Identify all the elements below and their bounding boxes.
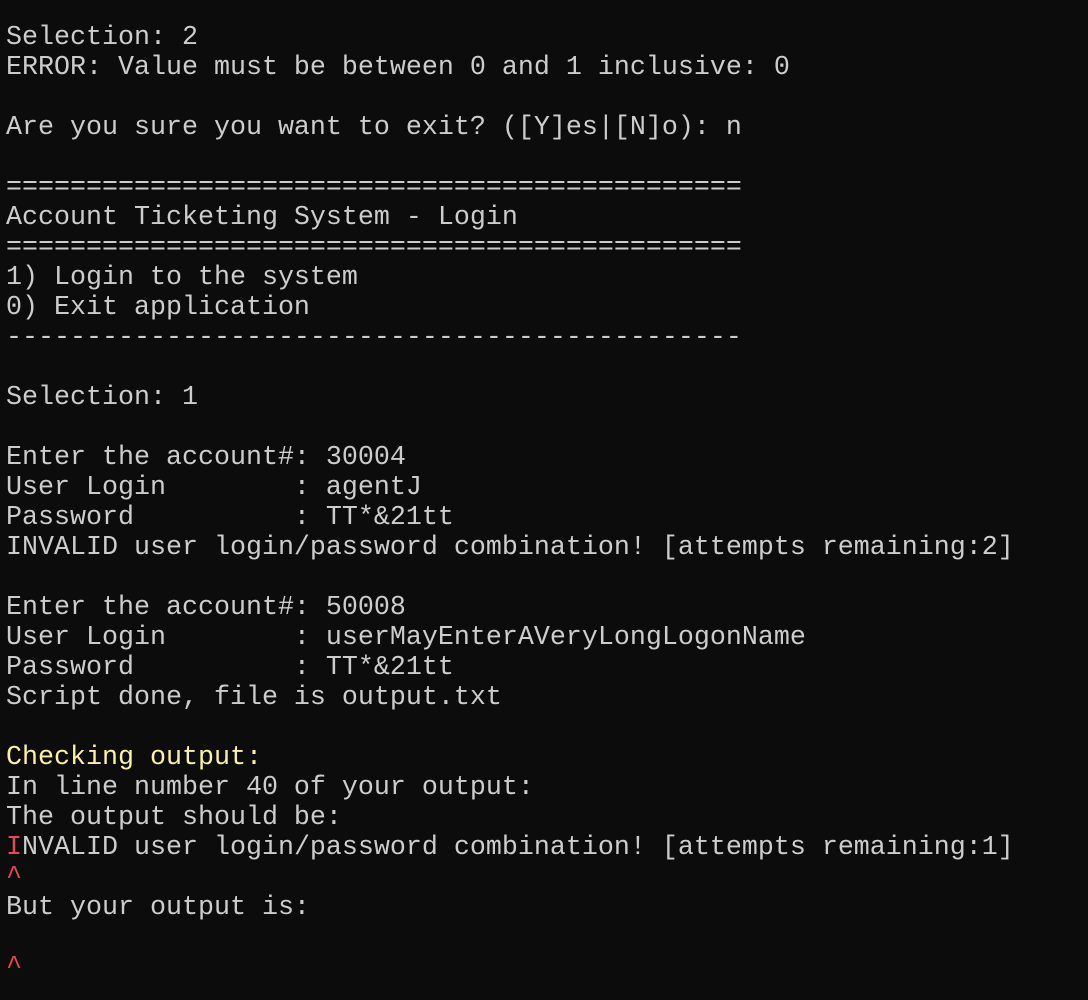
- menu-separator-bottom: ----------------------------------------…: [6, 323, 742, 353]
- mismatch-caret: ^: [6, 863, 22, 893]
- selection-line: Selection: 1: [6, 383, 198, 413]
- script-done-message: Script done, file is output.txt: [6, 683, 502, 713]
- expected-output-rest: NVALID user login/password combination! …: [22, 833, 1014, 863]
- password-prompt: Password : TT*&21tt: [6, 653, 454, 683]
- expected-label: The output should be:: [6, 803, 342, 833]
- checker-heading: Checking output:: [6, 743, 262, 773]
- menu-item-login: 1) Login to the system: [6, 263, 358, 293]
- selection-line: Selection: 2: [6, 23, 198, 53]
- user-login-prompt: User Login : agentJ: [6, 473, 422, 503]
- mismatch-caret: ^: [6, 953, 22, 983]
- actual-label: But your output is:: [6, 893, 310, 923]
- account-prompt: Enter the account#: 50008: [6, 593, 406, 623]
- invalid-login-message: INVALID user login/password combination!…: [6, 533, 1014, 563]
- password-prompt: Password : TT*&21tt: [6, 503, 454, 533]
- menu-separator-top: ========================================…: [6, 173, 742, 203]
- menu-item-exit: 0) Exit application: [6, 293, 310, 323]
- actual-output: [6, 923, 1088, 953]
- error-message: ERROR: Value must be between 0 and 1 inc…: [6, 53, 790, 83]
- terminal-window[interactable]: Selection: 2 ERROR: Value must be betwee…: [0, 0, 1088, 1000]
- exit-prompt: Are you sure you want to exit? ([Y]es|[N…: [6, 113, 742, 143]
- checker-line-info: In line number 40 of your output:: [6, 773, 534, 803]
- account-prompt: Enter the account#: 30004: [6, 443, 406, 473]
- expected-output: INVALID user login/password combination!…: [6, 833, 1088, 863]
- user-login-prompt: User Login : userMayEnterAVeryLongLogonN…: [6, 623, 806, 653]
- menu-separator-mid: ========================================…: [6, 233, 742, 263]
- mismatch-char: I: [6, 833, 22, 863]
- menu-title: Account Ticketing System - Login: [6, 203, 518, 233]
